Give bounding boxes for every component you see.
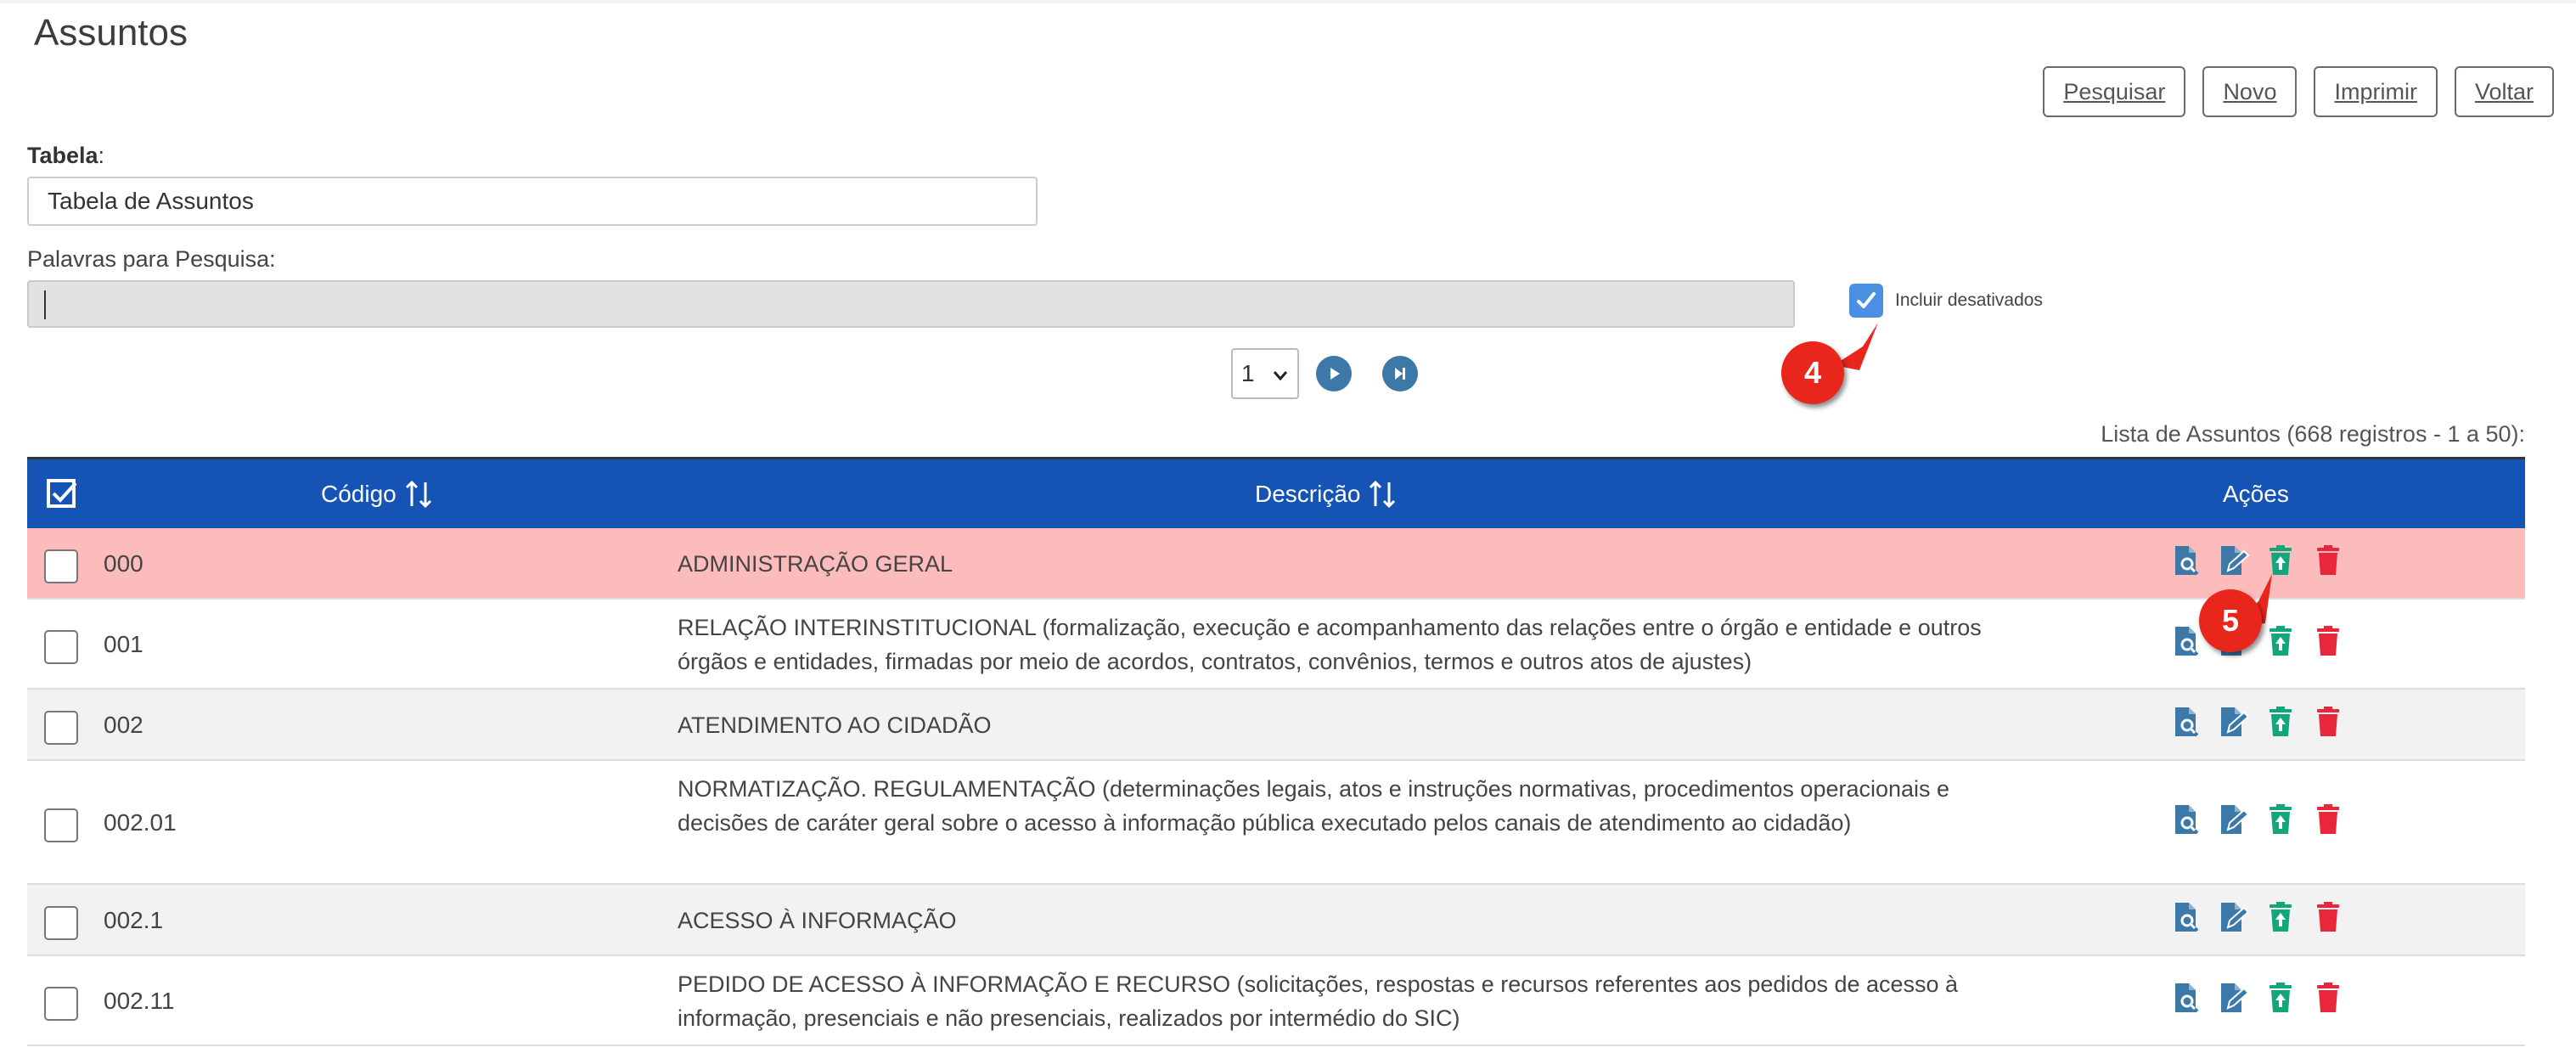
checkbox-checked-icon (47, 478, 77, 508)
view-icon[interactable] (2168, 981, 2202, 1015)
skip-end-icon (1395, 368, 1405, 380)
row-actions (2168, 900, 2345, 934)
row-actions (2168, 802, 2345, 836)
delete-icon[interactable] (2311, 981, 2345, 1015)
chevron-down-icon (1273, 371, 1288, 381)
page-title: Assuntos (34, 12, 188, 53)
search-input[interactable] (27, 280, 1795, 328)
table-row[interactable]: 002.01 NORMATIZAÇÃO. REGULAMENTAÇÃO (dete… (27, 761, 2525, 885)
row-description: RELAÇÃO INTERINSTITUCIONAL (formalização… (678, 615, 1982, 674)
view-icon[interactable] (2168, 543, 2202, 577)
row-checkbox[interactable] (44, 711, 78, 745)
pesquisar-button[interactable]: Pesquisar (2043, 66, 2186, 117)
reactivate-icon[interactable] (2264, 981, 2298, 1015)
edit-icon[interactable] (2216, 900, 2250, 934)
play-icon (1330, 368, 1340, 380)
voltar-button[interactable]: Voltar (2454, 66, 2554, 117)
novo-button[interactable]: Novo (2202, 66, 2298, 117)
row-description: ADMINISTRAÇÃO GERAL (678, 551, 953, 577)
view-icon[interactable] (2168, 900, 2202, 934)
tabela-label-text: Tabela (27, 143, 98, 168)
list-caption: Lista de Assuntos (668 registros - 1 a 5… (2101, 421, 2525, 447)
next-page-button[interactable] (1316, 356, 1352, 391)
delete-icon[interactable] (2311, 624, 2345, 658)
row-description: ACESSO À INFORMAÇÃO (678, 908, 957, 933)
row-code: 002.01 (104, 809, 177, 836)
table-body: 000 ADMINISTRAÇÃO GERAL 001 RELAÇÃO INTERIN… (27, 528, 2525, 1046)
row-code: 002 (104, 712, 143, 738)
imprimir-button[interactable]: Imprimir (2314, 66, 2438, 117)
row-checkbox[interactable] (44, 630, 78, 664)
codigo-header[interactable]: Código (321, 459, 436, 528)
acoes-header: Ações (2223, 480, 2289, 507)
row-code: 002.1 (104, 907, 164, 933)
reactivate-icon[interactable] (2264, 900, 2298, 934)
row-checkbox[interactable] (44, 906, 78, 940)
toolbar: Pesquisar Novo Imprimir Voltar (2043, 66, 2554, 117)
table-row[interactable]: 002 ATENDIMENTO AO CIDADÃO (27, 690, 2525, 761)
annotation-badge-4: 4 (1781, 341, 1844, 404)
top-border (0, 0, 2576, 3)
codigo-header-label: Código (321, 480, 397, 507)
descricao-header[interactable]: Descrição (1255, 459, 1399, 528)
text-caret (44, 290, 46, 319)
table-row[interactable]: 002.1 ACESSO À INFORMAÇÃO (27, 885, 2525, 956)
row-code: 000 (104, 550, 143, 577)
table-header: Código Descrição Ações (27, 457, 2525, 528)
annotation-badge-5: 5 (2199, 589, 2262, 652)
reactivate-icon[interactable] (2264, 802, 2298, 836)
sort-icon (405, 480, 431, 508)
edit-icon[interactable] (2216, 802, 2250, 836)
delete-icon[interactable] (2311, 900, 2345, 934)
delete-icon[interactable] (2311, 802, 2345, 836)
table-row[interactable]: 002.11 PEDIDO DE ACESSO À INFORMAÇÃO E RE… (27, 956, 2525, 1046)
tabela-label: Tabela: (27, 143, 104, 169)
row-description: ATENDIMENTO AO CIDADÃO (678, 712, 992, 738)
checkmark-icon (1857, 292, 1876, 308)
delete-icon[interactable] (2311, 543, 2345, 577)
row-code: 001 (104, 631, 143, 657)
table-row[interactable]: 001 RELAÇÃO INTERINSTITUCIONAL (formaliza… (27, 600, 2525, 690)
tabela-label-suffix: : (98, 143, 105, 168)
row-checkbox[interactable] (44, 808, 78, 842)
tabela-field[interactable]: Tabela de Assuntos (27, 177, 1038, 226)
incluir-desativados-checkbox[interactable] (1849, 284, 1883, 318)
descricao-header-label: Descrição (1255, 480, 1361, 507)
edit-icon[interactable] (2216, 981, 2250, 1015)
row-actions (2168, 705, 2345, 739)
view-icon[interactable] (2168, 802, 2202, 836)
row-description: NORMATIZAÇÃO. REGULAMENTAÇÃO (determinaç… (678, 776, 1950, 836)
row-actions (2168, 981, 2345, 1015)
view-icon[interactable] (2168, 705, 2202, 739)
select-all-checkbox[interactable] (46, 459, 78, 528)
edit-icon[interactable] (2216, 705, 2250, 739)
last-page-button[interactable] (1382, 356, 1418, 391)
table-row[interactable]: 000 ADMINISTRAÇÃO GERAL (27, 528, 2525, 600)
reactivate-icon[interactable] (2264, 705, 2298, 739)
sort-icon (1370, 480, 1396, 508)
page-select-value: 1 (1241, 360, 1255, 386)
delete-icon[interactable] (2311, 705, 2345, 739)
row-checkbox[interactable] (44, 987, 78, 1021)
row-checkbox[interactable] (44, 549, 78, 583)
palavras-label: Palavras para Pesquisa: (27, 246, 276, 272)
assuntos-table: Código Descrição Ações 000 ADMINISTRAÇÃO … (27, 457, 2525, 1046)
row-description: PEDIDO DE ACESSO À INFORMAÇÃO E RECURSO … (678, 971, 1959, 1031)
view-icon[interactable] (2168, 624, 2202, 658)
incluir-desativados-label: Incluir desativados (1895, 290, 2043, 310)
row-code: 002.11 (104, 988, 175, 1014)
page-select[interactable]: 1 (1231, 348, 1299, 399)
